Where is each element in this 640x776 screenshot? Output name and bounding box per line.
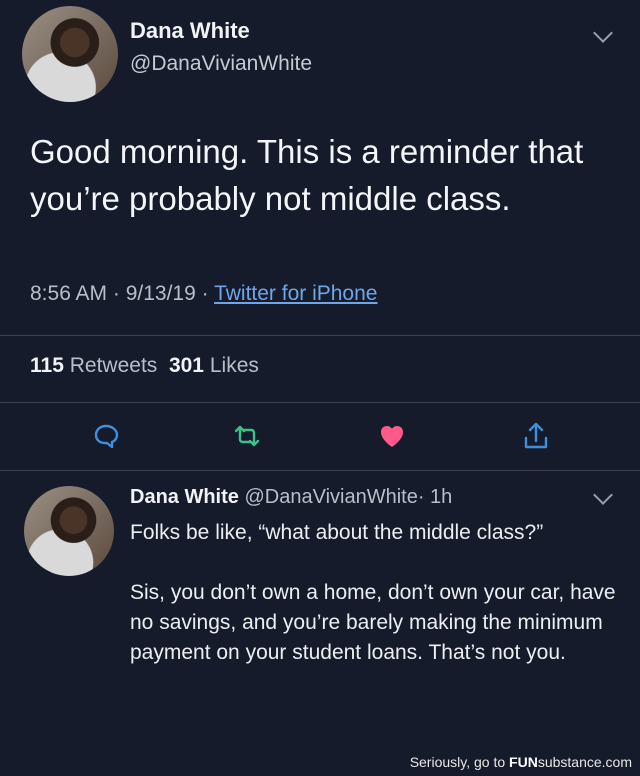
watermark-brand-a: FUN: [509, 754, 538, 770]
watermark-suffix: .com: [601, 754, 632, 770]
author-handle[interactable]: @DanaVivianWhite: [130, 52, 312, 76]
reply-timestamp: · 1h: [417, 486, 453, 508]
reply-header: Dana White @DanaVivianWhite· 1h: [130, 486, 452, 509]
avatar[interactable]: [24, 486, 114, 576]
reply-author-handle[interactable]: @DanaVivianWhite: [244, 486, 417, 508]
likes-count[interactable]: 301: [169, 354, 204, 377]
watermark: Seriously, go to FUNsubstance.com: [410, 754, 632, 770]
divider: [0, 335, 640, 336]
retweets-label[interactable]: Retweets: [70, 354, 158, 377]
divider: [0, 470, 640, 471]
tweet-text: Good morning. This is a reminder that yo…: [30, 133, 584, 217]
share-icon[interactable]: [518, 418, 554, 454]
chevron-down-icon[interactable]: [593, 485, 613, 505]
watermark-prefix: Seriously, go to: [409, 754, 510, 770]
reply-author-name[interactable]: Dana White: [130, 486, 239, 508]
author-name[interactable]: Dana White: [130, 18, 250, 44]
likes-label[interactable]: Likes: [210, 354, 259, 377]
retweets-count[interactable]: 115: [30, 354, 64, 377]
source-link[interactable]: Twitter for iPhone: [214, 282, 377, 305]
retweet-icon[interactable]: [229, 418, 265, 454]
watermark-brand-b: substance: [537, 754, 602, 770]
tweet-stats: 115 Retweets 301 Likes: [30, 354, 259, 378]
like-icon[interactable]: [374, 418, 410, 454]
reply-text: Folks be like, “what about the middle cl…: [130, 521, 616, 664]
tweet-timestamp: 8:56 AM · 9/13/19 ·: [30, 282, 215, 305]
tweet-meta: 8:56 AM · 9/13/19 · Twitter for iPhone: [30, 282, 377, 306]
reply-icon[interactable]: [88, 418, 124, 454]
divider: [0, 402, 640, 403]
chevron-down-icon[interactable]: [593, 23, 613, 43]
avatar[interactable]: [22, 6, 118, 102]
